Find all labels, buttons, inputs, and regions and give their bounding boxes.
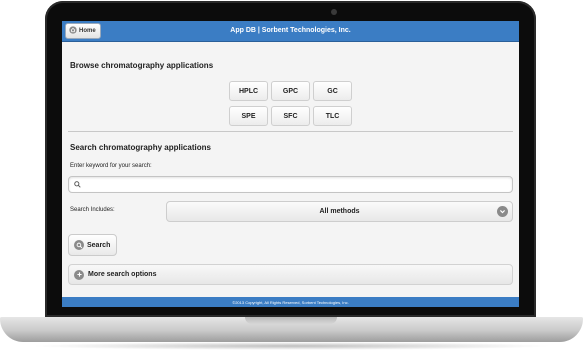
includes-select-value: All methods bbox=[319, 208, 360, 215]
chevron-down-icon bbox=[497, 206, 508, 217]
more-options-label: More search options bbox=[88, 271, 157, 278]
search-section-title: Search chromatography applications bbox=[70, 143, 211, 152]
technique-button-hplc[interactable]: HPLC bbox=[229, 81, 268, 101]
header-bar: App DB | Sorbent Technologies, Inc. Home bbox=[62, 21, 519, 42]
browse-section-title: Browse chromatography applications bbox=[70, 61, 214, 70]
technique-button-tlc[interactable]: TLC bbox=[313, 106, 352, 126]
home-button[interactable]: Home bbox=[65, 23, 101, 39]
search-button[interactable]: Search bbox=[68, 234, 117, 256]
footer-bar: ©2013 Copyright, All Rights Reserved, So… bbox=[62, 297, 519, 307]
includes-label: Search Includes: bbox=[70, 207, 115, 213]
camera-icon bbox=[331, 9, 337, 15]
keyword-label: Enter keyword for your search: bbox=[70, 163, 152, 169]
plus-circle-icon bbox=[74, 269, 84, 280]
includes-select[interactable]: All methods bbox=[166, 201, 513, 222]
search-icon bbox=[74, 181, 81, 188]
more-search-options-toggle[interactable]: More search options bbox=[68, 264, 513, 285]
app-screen: App DB | Sorbent Technologies, Inc. Home… bbox=[62, 21, 519, 307]
page-title: App DB | Sorbent Technologies, Inc. bbox=[230, 27, 351, 34]
search-button-label: Search bbox=[87, 241, 111, 249]
search-icon bbox=[74, 240, 84, 250]
laptop-shadow bbox=[30, 342, 553, 350]
home-button-label: Home bbox=[79, 28, 96, 34]
laptop-notch bbox=[245, 317, 337, 324]
technique-button-gpc[interactable]: GPC bbox=[271, 81, 310, 101]
technique-button-gc[interactable]: GC bbox=[313, 81, 352, 101]
home-icon bbox=[69, 26, 77, 36]
section-divider bbox=[68, 131, 513, 132]
technique-button-sfc[interactable]: SFC bbox=[271, 106, 310, 126]
technique-button-spe[interactable]: SPE bbox=[229, 106, 268, 126]
keyword-search-input[interactable] bbox=[68, 176, 513, 193]
footer-copyright: ©2013 Copyright, All Rights Reserved, So… bbox=[232, 299, 349, 305]
